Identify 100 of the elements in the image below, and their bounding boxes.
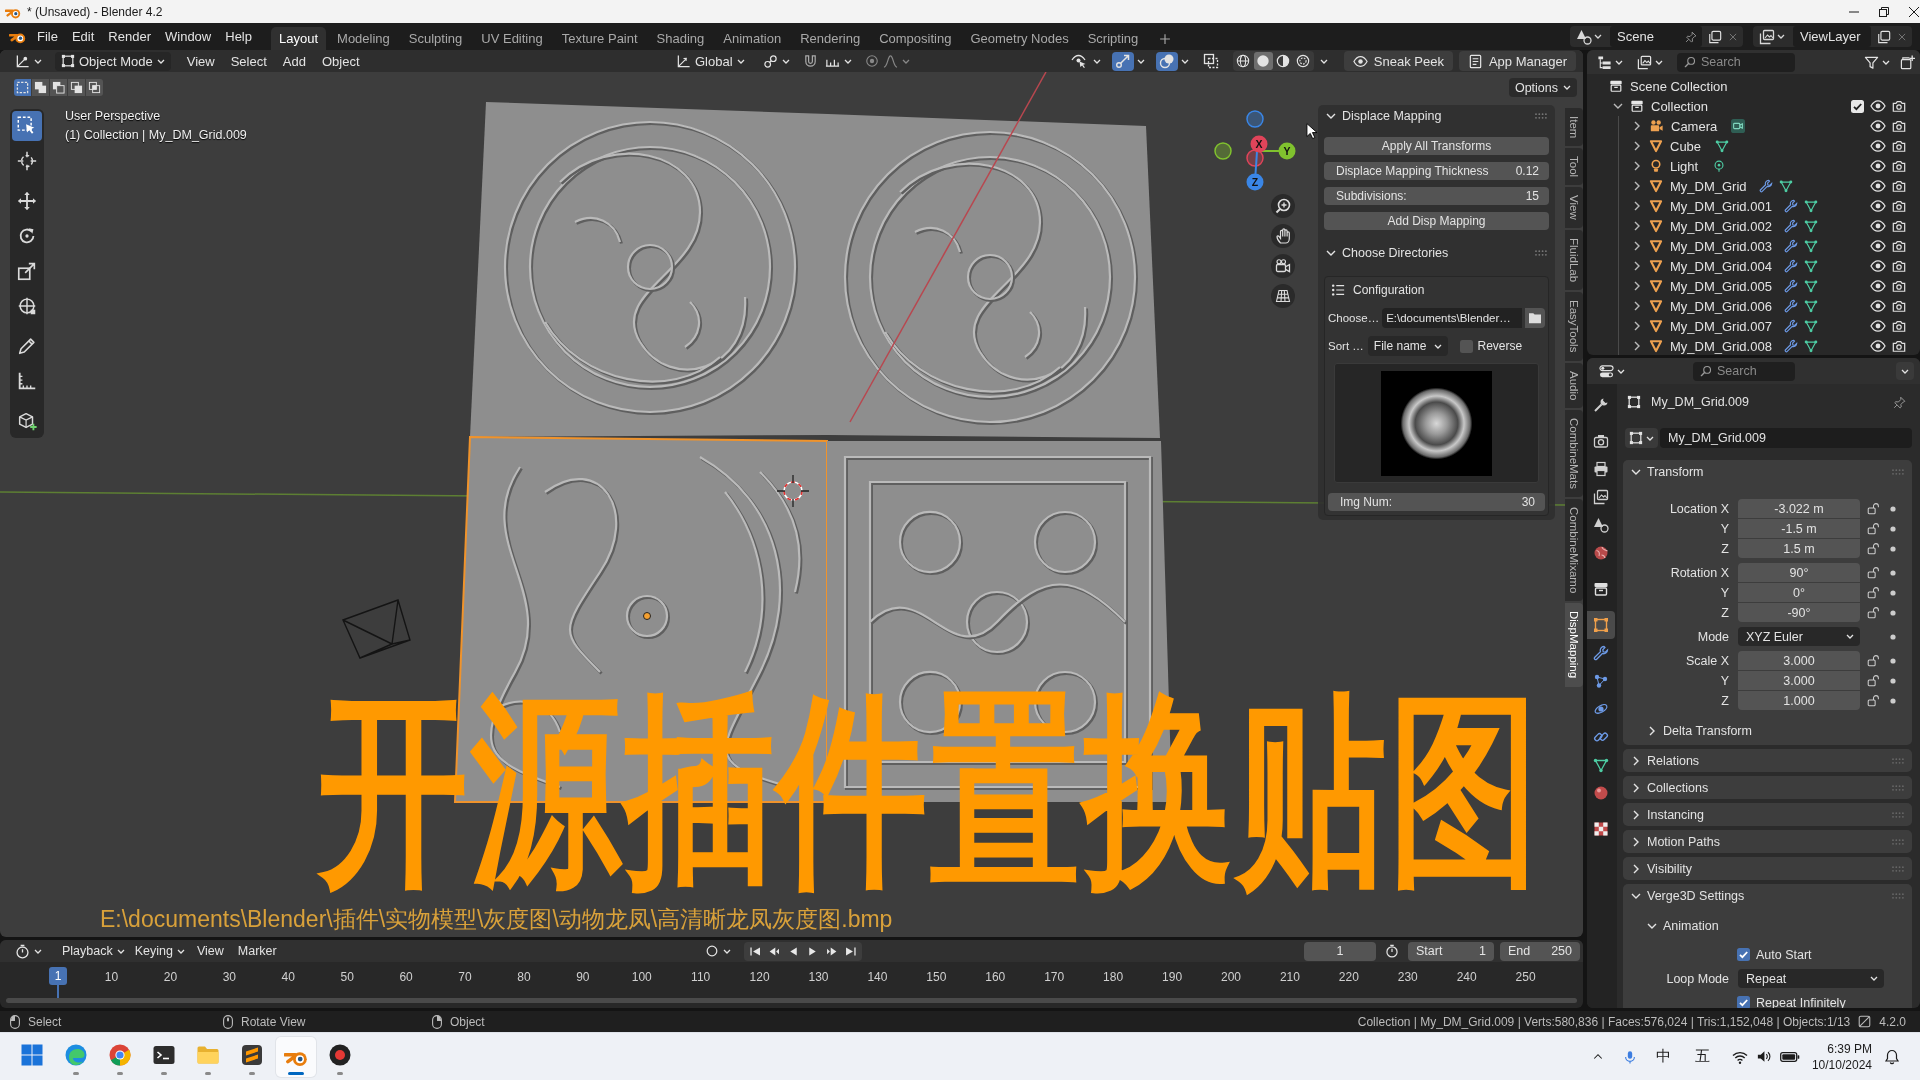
- number-field[interactable]: -90°: [1738, 603, 1860, 622]
- tool-button[interactable]: [12, 111, 42, 141]
- input-method-indicator[interactable]: 五: [1694, 1047, 1710, 1066]
- select-mode-button[interactable]: [50, 79, 67, 96]
- keyframe-dot-icon[interactable]: [1890, 505, 1896, 512]
- wrench-icon[interactable]: [1783, 239, 1798, 253]
- outliner-item-label[interactable]: My_DM_Grid.007: [1670, 318, 1772, 334]
- new-collection-icon[interactable]: [1900, 54, 1915, 70]
- view-layer-name-field[interactable]: ViewLayer: [1793, 26, 1871, 47]
- add-workspace-icon[interactable]: [1159, 32, 1172, 45]
- chevron-right-icon[interactable]: [1649, 726, 1655, 736]
- chevron-down-icon[interactable]: [1647, 923, 1657, 929]
- outliner-item-label[interactable]: My_DM_Grid.005: [1670, 278, 1772, 294]
- triangle-mesh-icon[interactable]: [1803, 299, 1818, 313]
- mode-dropdown[interactable]: Object Mode: [55, 51, 171, 71]
- keyframe-dot-icon[interactable]: [1890, 633, 1896, 640]
- chevron-right-icon[interactable]: [1634, 261, 1640, 271]
- microphone-icon[interactable]: [1622, 1048, 1637, 1065]
- outliner-item-label[interactable]: My_DM_Grid.002: [1670, 218, 1772, 234]
- gizmo-axis-handle[interactable]: X: [1250, 135, 1268, 153]
- lock-icon[interactable]: [1867, 654, 1880, 667]
- menu-item[interactable]: Add: [274, 53, 314, 69]
- options-dropdown[interactable]: Options: [1508, 78, 1577, 97]
- eye-icon[interactable]: [1870, 318, 1886, 334]
- select-mode-button[interactable]: [68, 79, 85, 96]
- eye-icon[interactable]: [1870, 158, 1886, 174]
- number-field[interactable]: 90°: [1738, 563, 1860, 582]
- outliner-item-label[interactable]: My_DM_Grid: [1670, 178, 1747, 194]
- panel-header[interactable]: Visibility: [1623, 857, 1912, 880]
- select-mode-button[interactable]: [86, 79, 103, 96]
- light-data-icon[interactable]: [1712, 159, 1727, 173]
- sidebar-tab[interactable]: View: [1565, 187, 1583, 229]
- sidebar-tab[interactable]: DispMapping: [1565, 603, 1583, 687]
- wrench-icon[interactable]: [1783, 299, 1798, 313]
- keyframe-dot-icon[interactable]: [1890, 609, 1896, 616]
- workspace-tab[interactable]: Modeling: [329, 27, 398, 50]
- chevron-down-icon[interactable]: [1326, 250, 1336, 256]
- keyframe-dot-icon[interactable]: [1890, 657, 1896, 664]
- menu-dropdown[interactable]: Keying: [129, 941, 190, 961]
- outliner-item-label[interactable]: My_DM_Grid.003: [1670, 238, 1772, 254]
- render-camera-icon[interactable]: [1892, 239, 1906, 253]
- workspace-tab[interactable]: Sculpting: [400, 27, 471, 50]
- menu-item[interactable]: View: [178, 53, 223, 69]
- menu-item[interactable]: Object: [313, 53, 368, 69]
- zoom-icon[interactable]: [1271, 194, 1295, 218]
- sidebar-tab[interactable]: EasyTools: [1565, 292, 1583, 361]
- number-field[interactable]: Img Num: 30: [1328, 493, 1545, 511]
- number-field[interactable]: 1.5 m: [1738, 539, 1860, 558]
- chevron-down-icon[interactable]: [1631, 468, 1641, 475]
- jump-end-icon[interactable]: [844, 944, 857, 958]
- checkbox[interactable]: [1851, 99, 1864, 113]
- lock-icon[interactable]: [1867, 674, 1880, 687]
- chevron-right-icon[interactable]: [1633, 836, 1639, 847]
- chevron-right-icon[interactable]: [1633, 782, 1639, 793]
- header-button[interactable]: Sneak Peek: [1343, 51, 1453, 71]
- wrench-icon[interactable]: [1783, 259, 1798, 273]
- jump-start-icon[interactable]: [749, 944, 762, 958]
- checkbox[interactable]: [1737, 948, 1750, 961]
- render-camera-icon[interactable]: [1892, 99, 1906, 113]
- keyframe-dot-icon[interactable]: [1890, 545, 1896, 552]
- lock-icon[interactable]: [1867, 502, 1880, 515]
- checkbox[interactable]: [1460, 339, 1474, 353]
- shading-mode-button[interactable]: [1253, 52, 1273, 70]
- panel-header[interactable]: Collections: [1623, 776, 1912, 799]
- gizmos-toggle[interactable]: [1111, 51, 1134, 71]
- outliner-item-label[interactable]: Collection: [1651, 98, 1709, 114]
- relief-panel[interactable]: [470, 102, 828, 437]
- horizontal-scrollbar[interactable]: [6, 998, 1577, 1003]
- clock-date[interactable]: 10/10/2024: [1811, 1056, 1872, 1073]
- wrench-icon[interactable]: [1783, 279, 1798, 293]
- render-camera-icon[interactable]: [1892, 139, 1906, 153]
- triangle-mesh-icon[interactable]: [1803, 199, 1818, 213]
- number-field[interactable]: 0°: [1738, 583, 1860, 602]
- lock-icon[interactable]: [1867, 566, 1880, 579]
- chevron-right-icon[interactable]: [1634, 281, 1640, 291]
- display-mode-button[interactable]: [1635, 54, 1665, 70]
- workspace-tab[interactable]: Geometry Nodes: [962, 27, 1077, 50]
- speaker-icon[interactable]: [1755, 1049, 1771, 1064]
- slashed-square-icon[interactable]: [1858, 1015, 1872, 1028]
- outliner-item-label[interactable]: My_DM_Grid.008: [1670, 338, 1772, 354]
- triangle-mesh-icon[interactable]: [1778, 179, 1793, 193]
- stopwatch-icon[interactable]: [1385, 944, 1399, 958]
- editor-type-button[interactable]: [1595, 54, 1625, 70]
- number-field[interactable]: 3.000: [1738, 671, 1860, 690]
- lock-icon[interactable]: [1867, 586, 1880, 599]
- search-field[interactable]: Search: [1693, 361, 1795, 381]
- select-mode-button[interactable]: [14, 79, 31, 96]
- menu-item[interactable]: Help: [218, 23, 259, 50]
- render-camera-icon[interactable]: [1892, 199, 1906, 213]
- sidebar-tab[interactable]: Audio: [1565, 362, 1583, 409]
- panel-header[interactable]: Verge3D Settings: [1623, 884, 1912, 907]
- menu-item[interactable]: Edit: [64, 23, 102, 50]
- wrench-icon[interactable]: [1758, 179, 1773, 193]
- keyframe-dot-icon[interactable]: [1890, 677, 1896, 684]
- wrench-icon[interactable]: [1783, 199, 1798, 213]
- eye-icon[interactable]: [1870, 298, 1886, 314]
- lock-icon[interactable]: [1867, 606, 1880, 619]
- triangle-mesh-icon[interactable]: [1803, 339, 1818, 353]
- chevron-right-icon[interactable]: [1634, 161, 1640, 171]
- subpanel-header[interactable]: Delta Transform: [1623, 720, 1912, 742]
